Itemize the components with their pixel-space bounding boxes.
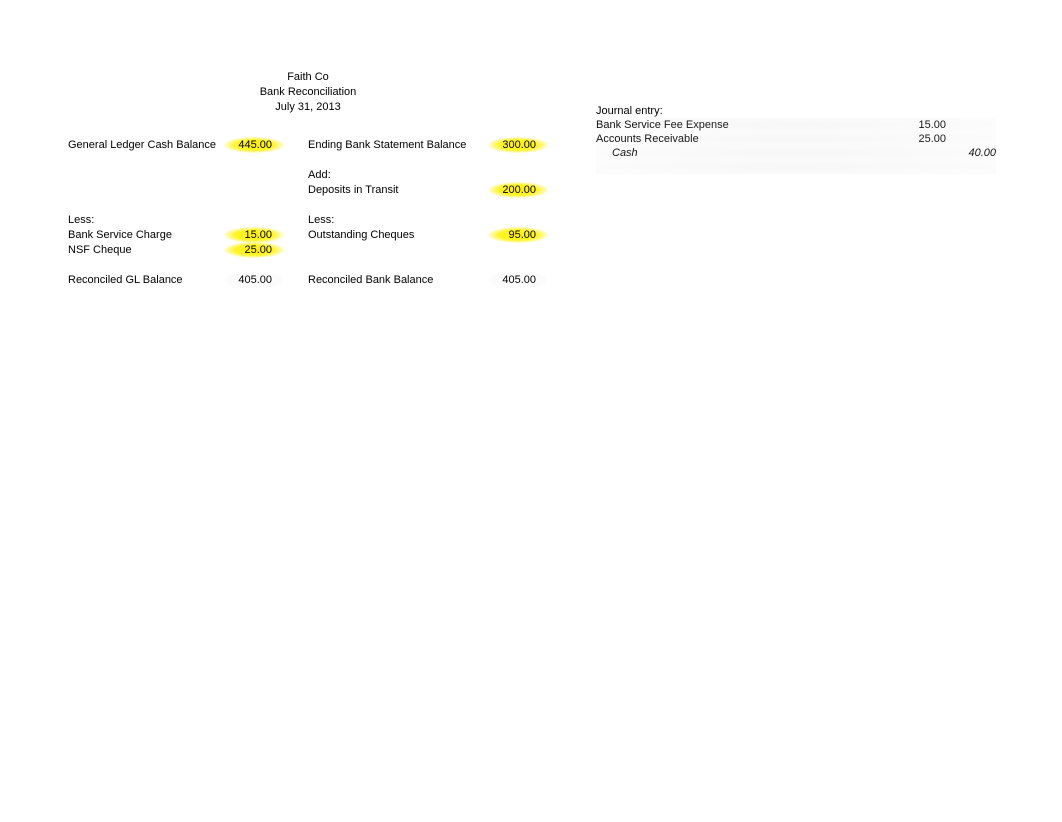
bank-reconciled-label: Reconciled Bank Balance — [308, 274, 478, 286]
bank-add-label: Add: — [308, 169, 478, 181]
page-container: Faith Co Bank Reconciliation July 31, 20… — [0, 0, 1062, 287]
bank-less-label: Less: — [308, 214, 478, 226]
gl-item-value: 25.00 — [224, 242, 284, 258]
gl-item-label: NSF Cheque — [68, 244, 214, 256]
journal-title: Journal entry: — [596, 105, 896, 117]
journal-block: Journal entry: Bank Service Fee Expense … — [596, 70, 996, 287]
gl-item-value: 15.00 — [224, 227, 284, 243]
bank-balance-value: 300.00 — [488, 137, 548, 153]
bank-less-item-value: 95.00 — [488, 227, 548, 243]
gl-less-label: Less: — [68, 214, 214, 226]
gl-reconciled-value: 405.00 — [224, 272, 284, 288]
journal-debit: 25.00 — [896, 133, 946, 145]
bank-reconciled-value: 405.00 — [488, 272, 548, 288]
bank-balance-label: Ending Bank Statement Balance — [308, 139, 478, 151]
company-name: Faith Co — [68, 70, 548, 85]
journal-credit: 40.00 — [946, 147, 996, 159]
report-title: Bank Reconciliation — [68, 85, 548, 100]
bank-column: Ending Bank Statement Balance 300.00 Add… — [308, 137, 548, 287]
journal-debit: 15.00 — [896, 119, 946, 131]
gl-item-label: Bank Service Charge — [68, 229, 214, 241]
gl-column: General Ledger Cash Balance 445.00 Less:… — [68, 137, 308, 287]
gl-balance-label: General Ledger Cash Balance — [68, 139, 216, 151]
reconciliation-block: Faith Co Bank Reconciliation July 31, 20… — [68, 70, 548, 287]
gl-balance-value: 445.00 — [224, 137, 284, 153]
report-date: July 31, 2013 — [68, 100, 548, 115]
journal-account: Bank Service Fee Expense — [596, 119, 896, 131]
journal-account: Cash — [596, 147, 896, 159]
journal-account: Accounts Receivable — [596, 133, 896, 145]
gl-reconciled-label: Reconciled GL Balance — [68, 274, 214, 286]
bank-add-item-label: Deposits in Transit — [308, 184, 478, 196]
bank-less-item-label: Outstanding Cheques — [308, 229, 478, 241]
bank-add-item-value: 200.00 — [488, 182, 548, 198]
